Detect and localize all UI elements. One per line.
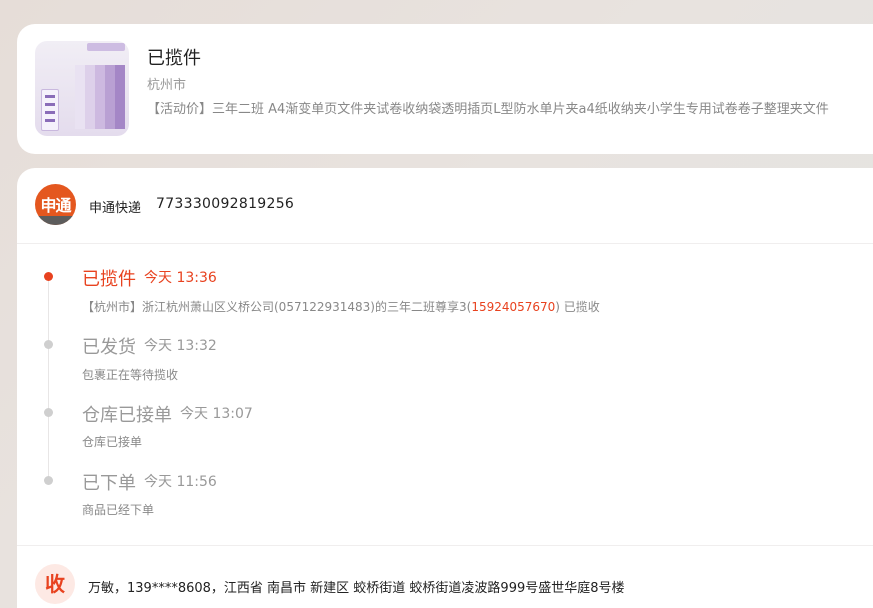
timeline-dot xyxy=(44,408,53,417)
event-description: 【杭州市】浙江杭州萧山区义桥公司(057122931483)的三年二班尊享3(1… xyxy=(82,298,600,315)
thumbnail-gradient-strip xyxy=(115,65,125,129)
event-time: 今天 13:07 xyxy=(180,406,253,422)
event-status: 已揽件 xyxy=(82,269,136,290)
carrier-name: 申通快递 xyxy=(89,201,142,216)
product-thumbnail[interactable] xyxy=(35,41,129,136)
receiver-info[interactable]: 万敏，139****8608，江西省 南昌市 新建区 蛟桥街道 蛟桥街道凌波路9… xyxy=(88,577,625,596)
thumbnail-gradient-strip xyxy=(85,65,95,129)
event-time: 今天 13:32 xyxy=(144,338,217,354)
tracking-card: 申通 申通快递 773330092819256 已揽件 今天 13:36 【杭州… xyxy=(17,168,873,608)
thumbnail-gradient-strip xyxy=(95,65,105,129)
event-status: 仓库已接单 xyxy=(82,405,172,426)
thumbnail-gradient-strip xyxy=(75,65,85,129)
event-status: 已下单 xyxy=(82,473,136,494)
product-card[interactable]: 已揽件 杭州市 【活动价】三年二班 A4渐变单页文件夹试卷收纳袋透明插页L型防水… xyxy=(17,24,873,154)
event-status: 已发货 xyxy=(82,337,136,358)
carrier-logo-icon: 申通 xyxy=(35,184,76,225)
event-description-suffix: ) 已揽收 xyxy=(555,300,600,314)
carrier-logo-text: 申通 xyxy=(40,196,71,215)
timeline-dot xyxy=(44,476,53,485)
thumbnail-label-strip xyxy=(87,43,125,51)
thumbnail-gradient-strip xyxy=(105,65,115,129)
event-time: 今天 11:56 xyxy=(144,474,217,490)
timeline-line xyxy=(48,278,49,483)
event-description: 仓库已接单 xyxy=(82,435,143,449)
divider xyxy=(17,243,873,244)
thumbnail-folder xyxy=(41,89,59,131)
event-description: 商品已经下单 xyxy=(82,503,155,517)
receiver-badge-icon: 收 xyxy=(35,564,75,604)
event-description-prefix: 【杭州市】浙江杭州萧山区义桥公司(057122931483)的三年二班尊享3( xyxy=(82,300,472,314)
timeline-dot-active xyxy=(44,272,53,281)
timeline-dot xyxy=(44,340,53,349)
product-status: 已揽件 xyxy=(147,48,201,69)
event-description: 包裹正在等待揽收 xyxy=(82,368,179,382)
product-title[interactable]: 【活动价】三年二班 A4渐变单页文件夹试卷收纳袋透明插页L型防水单片夹a4纸收纳… xyxy=(147,98,873,117)
courier-phone-link[interactable]: 15924057670 xyxy=(471,300,555,314)
tracking-number[interactable]: 773330092819256 xyxy=(156,196,294,212)
event-time: 今天 13:36 xyxy=(144,270,217,286)
divider xyxy=(17,545,873,546)
product-city: 杭州市 xyxy=(147,78,187,93)
